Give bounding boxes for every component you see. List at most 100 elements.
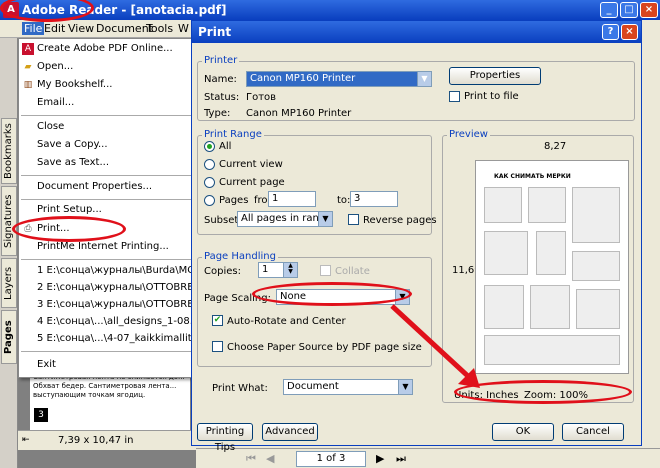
bookshelf-icon: ▥ xyxy=(23,80,33,90)
menu-item-save-copy[interactable]: Save a Copy... xyxy=(37,139,108,150)
dialog-title-bar: Print ? × xyxy=(192,21,641,43)
print-range-title: Print Range xyxy=(202,129,264,140)
file-menu: A Create Adobe PDF Online... ▰ Open... ▥… xyxy=(18,38,220,378)
cancel-button[interactable]: Cancel xyxy=(562,423,624,441)
help-icon[interactable]: ? xyxy=(602,24,619,40)
subset-select[interactable]: All pages in range ▼ xyxy=(237,211,333,227)
preview-text-block xyxy=(484,335,620,365)
auto-rotate-label: Auto-Rotate and Center xyxy=(227,316,346,327)
menu-bar: File Edit View Document Tools W xyxy=(0,20,200,38)
close-icon[interactable]: × xyxy=(640,2,658,18)
menu-tools[interactable]: Tools xyxy=(146,22,173,35)
auto-rotate-checkbox[interactable]: ✔ xyxy=(212,315,223,326)
range-current-page-label: Current page xyxy=(219,177,285,188)
menu-item-email[interactable]: Email... xyxy=(37,97,74,108)
highlight-oval-scaling xyxy=(252,282,412,306)
tab-pages[interactable]: Pages xyxy=(1,310,17,364)
advanced-button[interactable]: Advanced xyxy=(262,423,318,441)
reverse-pages-checkbox[interactable] xyxy=(348,214,359,225)
range-current-view-radio[interactable] xyxy=(204,159,215,170)
range-all-label: All xyxy=(219,141,232,152)
tab-bookmarks[interactable]: Bookmarks xyxy=(1,118,17,184)
range-pages-radio[interactable] xyxy=(204,195,215,206)
printer-type-label: Type: xyxy=(204,108,231,119)
preview-figure xyxy=(576,289,620,329)
print-what-value: Document xyxy=(287,381,339,392)
printer-name-select[interactable]: Canon MP160 Printer ▼ xyxy=(246,71,432,87)
menu-file[interactable]: File xyxy=(22,22,45,35)
menu-item-my-bookshelf[interactable]: My Bookshelf... xyxy=(37,79,112,90)
collate-label: Collate xyxy=(335,266,370,277)
prev-page-icon[interactable]: ◀ xyxy=(266,452,274,465)
range-current-page-radio[interactable] xyxy=(204,177,215,188)
printer-name-value: Canon MP160 Printer xyxy=(250,73,356,84)
page-size-label: 7,39 x 10,47 in xyxy=(58,435,134,446)
document-page: Сантиметровая лента не снимается до... О… xyxy=(30,370,190,430)
status-bar: ⇤ 7,39 x 10,47 in xyxy=(18,430,196,450)
range-all-radio[interactable] xyxy=(204,141,215,152)
chevron-down-icon: ▼ xyxy=(398,380,412,394)
range-from-input[interactable]: 1 xyxy=(268,191,316,207)
copies-value: 1 xyxy=(262,264,269,275)
menu-item-close[interactable]: Close xyxy=(37,121,64,132)
folder-open-icon: ▰ xyxy=(24,62,32,72)
preview-table xyxy=(572,187,620,243)
maximize-icon[interactable]: □ xyxy=(620,2,638,18)
first-page-icon[interactable]: ⏮ xyxy=(246,452,256,466)
collate-checkbox[interactable] xyxy=(320,265,331,276)
minimize-icon[interactable]: _ xyxy=(600,2,618,18)
menu-item-printme[interactable]: PrintMe Internet Printing... xyxy=(37,241,169,252)
tab-layers[interactable]: Layers xyxy=(1,258,17,308)
preview-figure xyxy=(528,187,566,223)
choose-source-label: Choose Paper Source by PDF page size xyxy=(227,342,422,353)
menu-item-document-properties[interactable]: Document Properties... xyxy=(37,181,152,192)
menu-item-recent-5[interactable]: 5 E:\сонца\...\4-07_kaikkimallit.pdf xyxy=(37,333,211,344)
chevron-down-icon: ▼ xyxy=(318,212,332,226)
printing-tips-button[interactable]: Printing Tips xyxy=(197,423,253,453)
range-to-label: to: xyxy=(337,195,351,206)
menu-item-open[interactable]: Open... xyxy=(37,61,73,72)
range-current-view-label: Current view xyxy=(219,159,283,170)
menu-item-recent-2[interactable]: 2 E:\сонца\журналы\OTTOBRE\200 xyxy=(37,282,216,293)
page-indicator[interactable]: 1 of 3 xyxy=(296,451,366,467)
menu-item-create-pdf-online[interactable]: Create Adobe PDF Online... xyxy=(37,43,173,54)
menu-document[interactable]: Document xyxy=(96,22,153,35)
last-page-icon[interactable]: ⏭ xyxy=(396,452,406,466)
menu-separator xyxy=(21,259,192,260)
properties-button[interactable]: Properties xyxy=(449,67,541,85)
stepper-icon[interactable]: ▲ ▼ xyxy=(283,263,297,277)
menu-item-exit[interactable]: Exit xyxy=(37,359,56,370)
preview-title: Preview xyxy=(447,129,490,140)
page-prev-icon[interactable]: ⇤ xyxy=(22,435,30,445)
page-handling-title: Page Handling xyxy=(202,251,278,262)
menu-item-print-setup[interactable]: Print Setup... xyxy=(37,204,102,215)
range-to-input[interactable]: 3 xyxy=(350,191,398,207)
next-page-icon[interactable]: ▶ xyxy=(376,452,384,465)
tab-signatures[interactable]: Signatures xyxy=(1,186,17,256)
print-to-file-checkbox[interactable] xyxy=(449,91,460,102)
dialog-title: Print xyxy=(198,25,232,39)
choose-source-checkbox[interactable] xyxy=(212,341,223,352)
preview-figure xyxy=(572,251,620,281)
menu-separator xyxy=(21,175,192,176)
navigation-bar: ⏮ ◀ 1 of 3 ▶ ⏭ xyxy=(196,448,660,468)
menu-view[interactable]: View xyxy=(68,22,94,35)
menu-window[interactable]: W xyxy=(178,22,189,35)
menu-item-recent-3[interactable]: 3 E:\сонца\журналы\OTTOBRE\200 xyxy=(37,299,216,310)
page-number-badge: 3 xyxy=(34,408,48,422)
menu-item-save-as-text[interactable]: Save as Text... xyxy=(37,157,109,168)
dialog-close-icon[interactable]: × xyxy=(621,24,638,40)
preview-page: КАК СНИМАТЬ МЕРКИ xyxy=(475,160,629,374)
preview-figure xyxy=(536,231,566,275)
ok-button[interactable]: OK xyxy=(492,423,554,441)
print-what-label: Print What: xyxy=(212,383,268,394)
menu-edit[interactable]: Edit xyxy=(44,22,65,35)
menu-item-recent-4[interactable]: 4 E:\сонца\...\all_designs_1-08.pdf xyxy=(37,316,209,327)
preview-page-heading: КАК СНИМАТЬ МЕРКИ xyxy=(494,173,571,180)
copies-input[interactable]: 1 ▲ ▼ xyxy=(258,262,298,278)
navigation-panel: Bookmarks Signatures Layers Pages xyxy=(0,38,18,468)
printer-type-value: Canon MP160 Printer xyxy=(246,108,352,119)
app-title-bar: A Adobe Reader - [anotacia.pdf] _ □ × xyxy=(0,0,660,20)
range-pages-label: Pages xyxy=(219,195,249,206)
print-what-select[interactable]: Document ▼ xyxy=(283,379,413,395)
